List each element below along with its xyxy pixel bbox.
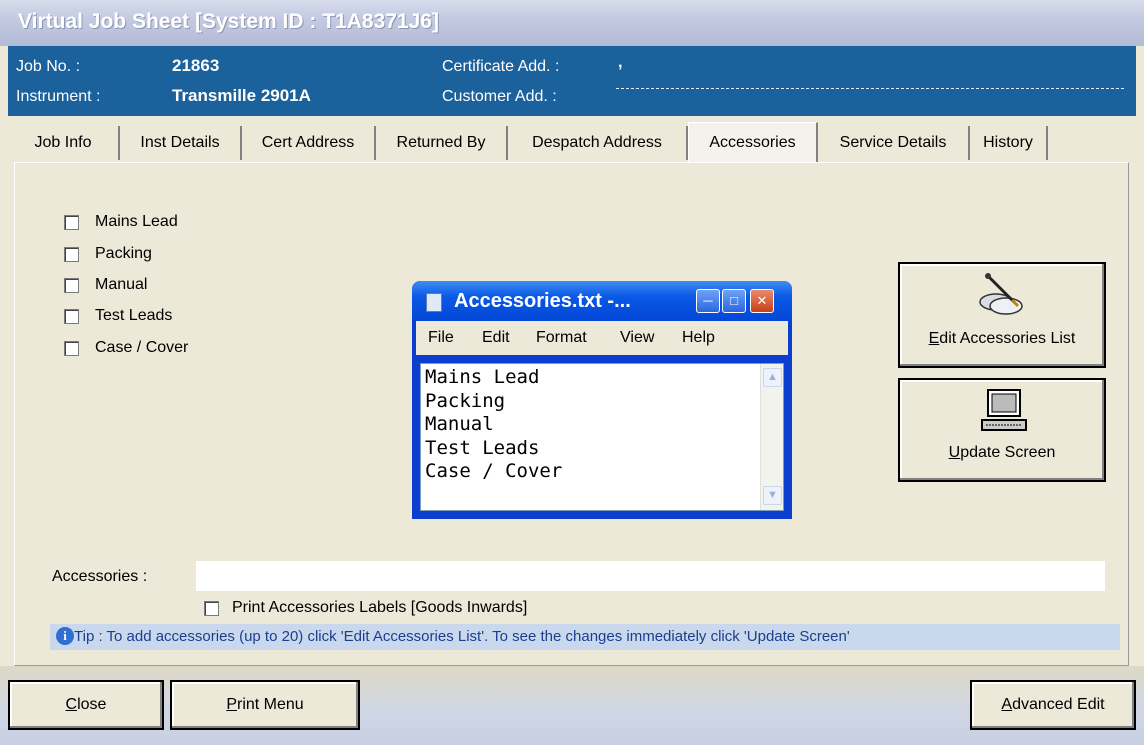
notepad-line: Case / Cover (425, 460, 563, 482)
customer-add-placeholder (616, 88, 1124, 89)
checkbox-mains-lead[interactable] (64, 215, 79, 230)
checkbox-manual[interactable] (64, 278, 79, 293)
info-icon: i (56, 627, 74, 645)
instrument-label: Instrument : (16, 88, 101, 105)
scroll-up-icon[interactable]: ▲ (763, 368, 782, 387)
checkbox-label-test-leads: Test Leads (95, 307, 173, 324)
tip-text: Tip : To add accessories (up to 20) clic… (74, 628, 850, 645)
notepad-line: Manual (425, 413, 494, 435)
notepad-line: Test Leads (425, 437, 540, 459)
window-titlebar: Virtual Job Sheet [System ID : T1A8371J6… (0, 0, 1144, 46)
notepad-line: Packing (425, 390, 506, 412)
tip-bar: i Tip : To add accessories (up to 20) cl… (50, 624, 1120, 650)
checkbox-label-case-cover: Case / Cover (95, 339, 189, 356)
checkbox-label-mains-lead: Mains Lead (95, 213, 178, 230)
checkbox-label-packing: Packing (95, 245, 152, 262)
notepad-text-area[interactable]: Mains Lead Packing Manual Test Leads Cas… (420, 363, 784, 511)
minimize-icon[interactable]: ─ (696, 289, 720, 313)
checkbox-case-cover[interactable] (64, 341, 79, 356)
scroll-down-icon[interactable]: ▼ (763, 486, 782, 505)
close-button[interactable]: Close (8, 680, 164, 730)
cert-add-label: Certificate Add. : (442, 58, 560, 75)
tab-inst-details[interactable]: Inst Details (120, 126, 242, 160)
notepad-titlebar[interactable]: Accessories.txt -... ─ □ ✕ (412, 281, 792, 321)
job-header: Job No. : 21863 Instrument : Transmille … (8, 46, 1136, 116)
notepad-line: Mains Lead (425, 366, 540, 388)
tab-despatch-address[interactable]: Despatch Address (508, 126, 688, 160)
tab-strip: Job Info Inst Details Cert Address Retur… (8, 122, 1136, 162)
tab-service-details[interactable]: Service Details (818, 126, 970, 160)
menu-view[interactable]: View (620, 329, 654, 347)
notepad-menubar: File Edit Format View Help (416, 321, 788, 355)
instrument-value: Transmille 2901A (172, 86, 311, 105)
notepad-document-icon (426, 293, 442, 312)
maximize-icon[interactable]: □ (722, 289, 746, 313)
checkbox-print-accessories-labels[interactable] (204, 601, 219, 616)
edit-accessories-list-button[interactable]: Edit Accessories List (898, 262, 1106, 368)
menu-help[interactable]: Help (682, 329, 715, 347)
cert-add-value: , (618, 54, 623, 71)
close-icon[interactable]: ✕ (750, 289, 774, 313)
tab-accessories[interactable]: Accessories (688, 122, 818, 162)
checkbox-test-leads[interactable] (64, 309, 79, 324)
edit-accessories-list-label: Edit Accessories List (928, 330, 1076, 347)
accessories-input[interactable] (196, 561, 1105, 591)
notepad-scrollbar[interactable]: ▲ ▼ (760, 364, 783, 510)
tab-cert-address[interactable]: Cert Address (242, 126, 376, 160)
tab-job-info[interactable]: Job Info (8, 126, 120, 160)
update-screen-label: Update Screen (948, 444, 1056, 461)
computer-icon (981, 389, 1027, 431)
notepad-pen-icon (979, 273, 1023, 315)
menu-format[interactable]: Format (536, 329, 587, 347)
job-no-label: Job No. : (16, 58, 81, 75)
notepad-title: Accessories.txt -... (454, 290, 631, 312)
tab-returned-by[interactable]: Returned By (376, 126, 508, 160)
print-accessories-labels-label: Print Accessories Labels [Goods Inwards] (232, 599, 528, 616)
checkbox-packing[interactable] (64, 247, 79, 262)
update-screen-button[interactable]: Update Screen (898, 378, 1106, 482)
notepad-window: Accessories.txt -... ─ □ ✕ File Edit For… (412, 281, 792, 519)
print-menu-button[interactable]: Print Menu (170, 680, 360, 730)
advanced-edit-button[interactable]: Advanced Edit (970, 680, 1136, 730)
menu-edit[interactable]: Edit (482, 329, 510, 347)
checkbox-label-manual: Manual (95, 276, 148, 293)
accessories-label: Accessories : (52, 568, 148, 585)
menu-file[interactable]: File (428, 329, 454, 347)
window-title: Virtual Job Sheet [System ID : T1A8371J6… (18, 10, 439, 33)
customer-add-label: Customer Add. : (442, 88, 557, 105)
job-no-value: 21863 (172, 56, 220, 75)
tab-history[interactable]: History (970, 126, 1048, 160)
